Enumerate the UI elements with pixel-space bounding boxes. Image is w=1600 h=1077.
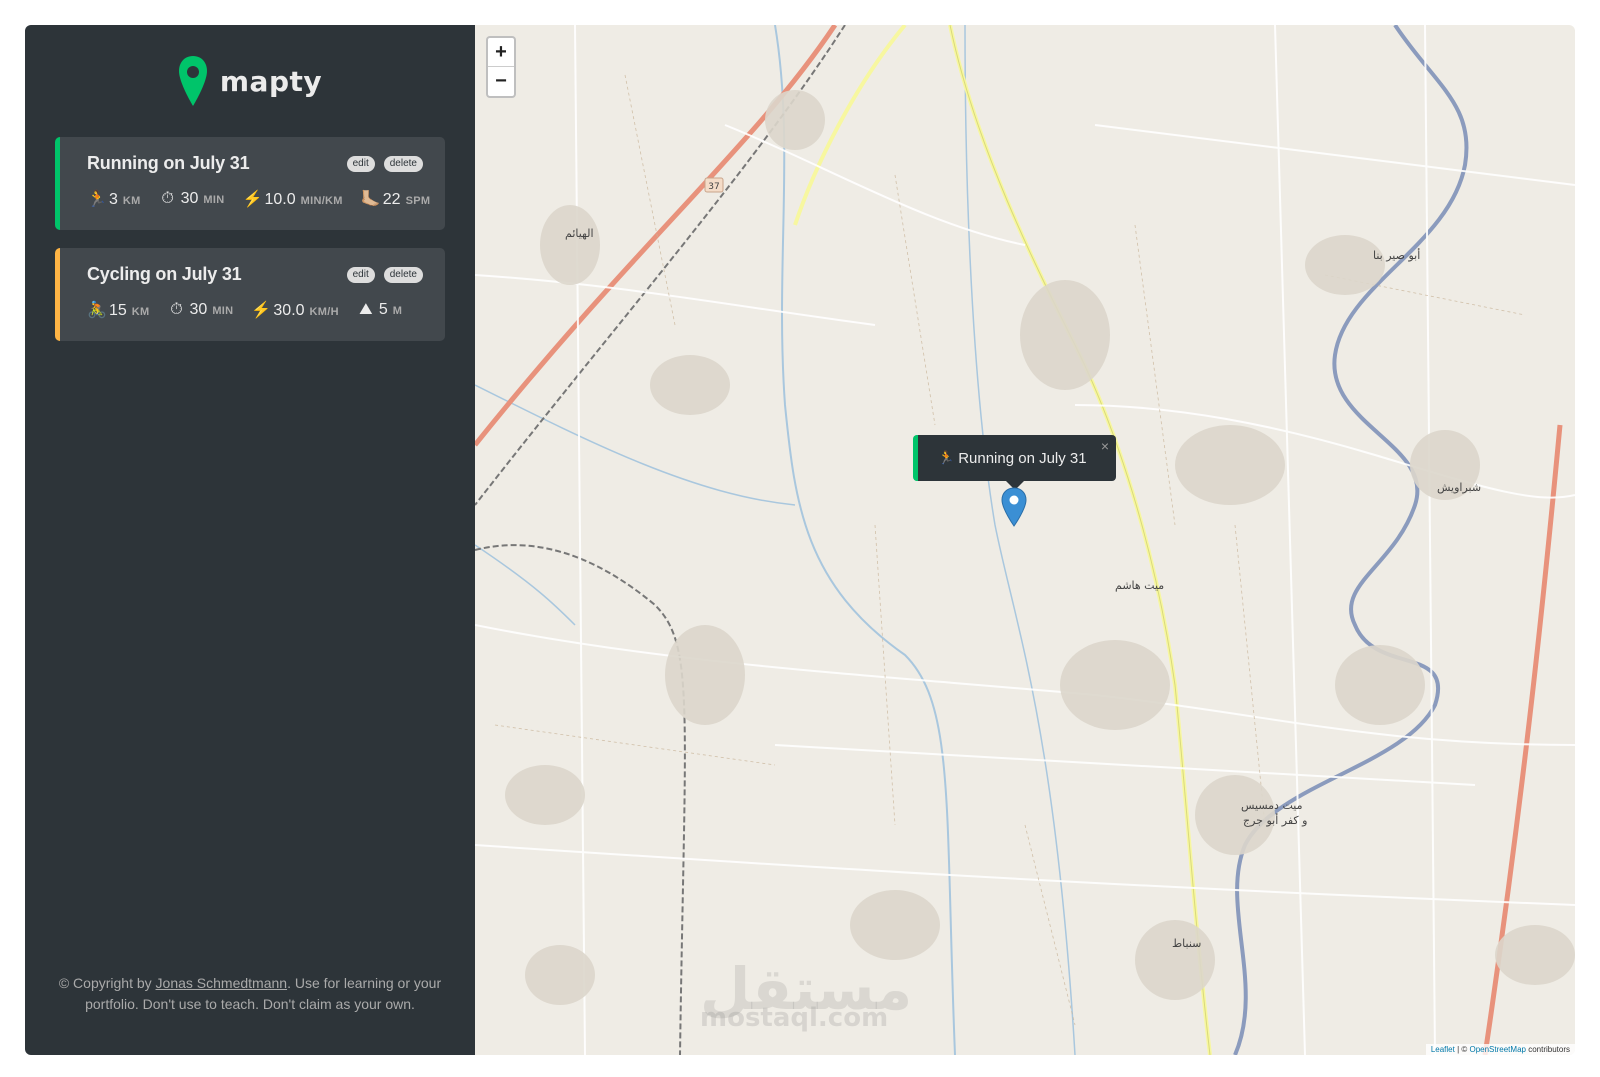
workout-distance: 🏃 3 KM <box>87 191 141 208</box>
workout-list: Running on July 31 edit delete 🏃 3 KM ⏱ 30 M… <box>55 137 445 341</box>
workout-distance: 🚴 15 KM <box>87 302 150 319</box>
place-label: سنباط <box>1172 937 1202 950</box>
workout-cadence: 🦶🏼 22 SPM <box>360 191 431 208</box>
running-icon: 🏃 <box>87 191 107 208</box>
workout-elevation: ⛰ 5 M <box>357 301 402 319</box>
workout-item-cycling[interactable]: Cycling on July 31 edit delete 🚴 15 KM ⏱ 30… <box>55 248 445 341</box>
edit-button[interactable]: edit <box>346 266 375 283</box>
zoom-control: + − <box>486 36 516 98</box>
logo: mapty <box>55 53 445 109</box>
workout-pace: ⚡️ 10.0 MIN/KM <box>242 191 343 208</box>
lightning-icon: ⚡️ <box>242 191 263 208</box>
close-icon[interactable]: × <box>1101 438 1109 454</box>
stopwatch-icon: ⏱ <box>161 190 174 207</box>
workout-title: Cycling on July 31 <box>87 264 242 284</box>
map-tiles: 37 <box>475 25 1575 1055</box>
delete-button[interactable]: delete <box>383 266 423 283</box>
cycling-icon: 🚴 <box>87 302 107 319</box>
edit-button[interactable]: edit <box>346 155 375 172</box>
place-label: شبراويش <box>1437 481 1482 494</box>
road-shield-label: 37 <box>708 182 719 192</box>
workout-duration: ⏱ 30 MIN <box>159 190 225 208</box>
sidebar: mapty Running on July 31 edit delete 🏃 3 K… <box>25 25 475 1055</box>
place-label: و كفر أبو جرج <box>1243 814 1308 827</box>
map-pin-icon <box>178 56 207 106</box>
map[interactable]: 37 الهيائم أبو صير بنا شبراويش ميت هاشم … <box>475 25 1575 1055</box>
map-attribution: Leaflet | © OpenStreetMap contributors <box>1425 1044 1575 1055</box>
running-icon: 🏃 <box>938 450 955 465</box>
workout-item-running[interactable]: Running on July 31 edit delete 🏃 3 KM ⏱ 30 M… <box>55 137 445 230</box>
watermark-latin: mostaql.com <box>700 1003 889 1033</box>
lightning-icon: ⚡️ <box>251 302 272 319</box>
zoom-out-button[interactable]: − <box>488 67 514 96</box>
workout-duration: ⏱ 30 MIN <box>168 301 234 319</box>
zoom-in-button[interactable]: + <box>488 38 514 67</box>
copyright: © Copyright by Jonas Schmedtmann. Use fo… <box>58 975 442 1012</box>
stopwatch-icon: ⏱ <box>170 301 183 318</box>
place-label: أبو صير بنا <box>1373 249 1421 262</box>
osm-link[interactable]: OpenStreetMap <box>1469 1045 1525 1054</box>
app-container: mapty Running on July 31 edit delete 🏃 3 K… <box>25 25 1575 1055</box>
author-link[interactable]: Jonas Schmedtmann <box>156 975 288 991</box>
delete-button[interactable]: delete <box>383 155 423 172</box>
workout-popup[interactable]: 🏃 Running on July 31 × <box>913 435 1116 481</box>
workout-title: Running on July 31 <box>87 153 250 173</box>
logo-text: mapty <box>219 64 323 98</box>
place-label: ميت هاشم <box>1115 579 1165 592</box>
leaflet-link[interactable]: Leaflet <box>1431 1045 1455 1054</box>
mountain-icon: ⛰ <box>359 301 373 318</box>
workout-speed: ⚡️ 30.0 KM/H <box>251 302 339 319</box>
foot-icon: 🦶🏼 <box>360 191 381 208</box>
place-label: الهيائم <box>565 227 594 240</box>
popup-text: Running on July 31 <box>958 449 1087 467</box>
map-marker-icon[interactable] <box>1001 487 1027 527</box>
place-label: ميت دمسيس <box>1241 799 1303 812</box>
